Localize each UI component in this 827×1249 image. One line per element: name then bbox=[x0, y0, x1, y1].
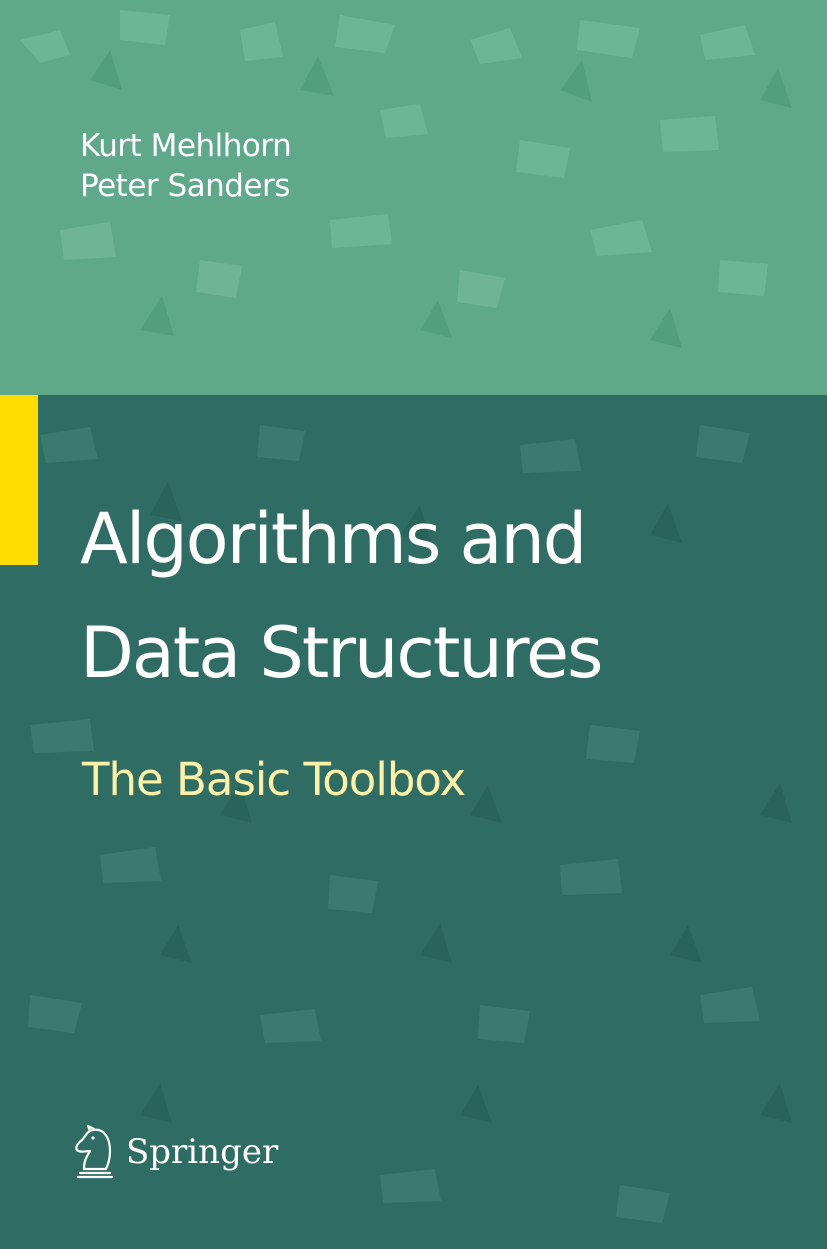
book-subtitle: The Basic Toolbox bbox=[82, 753, 466, 806]
book-cover: Kurt Mehlhorn Peter Sanders Algorithms a… bbox=[0, 0, 827, 1249]
book-title-line: Data Structures bbox=[80, 612, 604, 694]
publisher-mark: Springer bbox=[70, 1122, 278, 1182]
author-name: Peter Sanders bbox=[80, 168, 290, 204]
book-title: Algorithms and Data Structures bbox=[80, 482, 810, 710]
book-title-line: Algorithms and bbox=[80, 498, 587, 580]
yellow-accent-bar bbox=[0, 395, 38, 565]
author-name: Kurt Mehlhorn bbox=[80, 128, 292, 164]
author-list: Kurt Mehlhorn Peter Sanders bbox=[80, 126, 292, 206]
publisher-name: Springer bbox=[126, 1132, 279, 1172]
knight-chess-piece-icon bbox=[75, 1124, 114, 1179]
